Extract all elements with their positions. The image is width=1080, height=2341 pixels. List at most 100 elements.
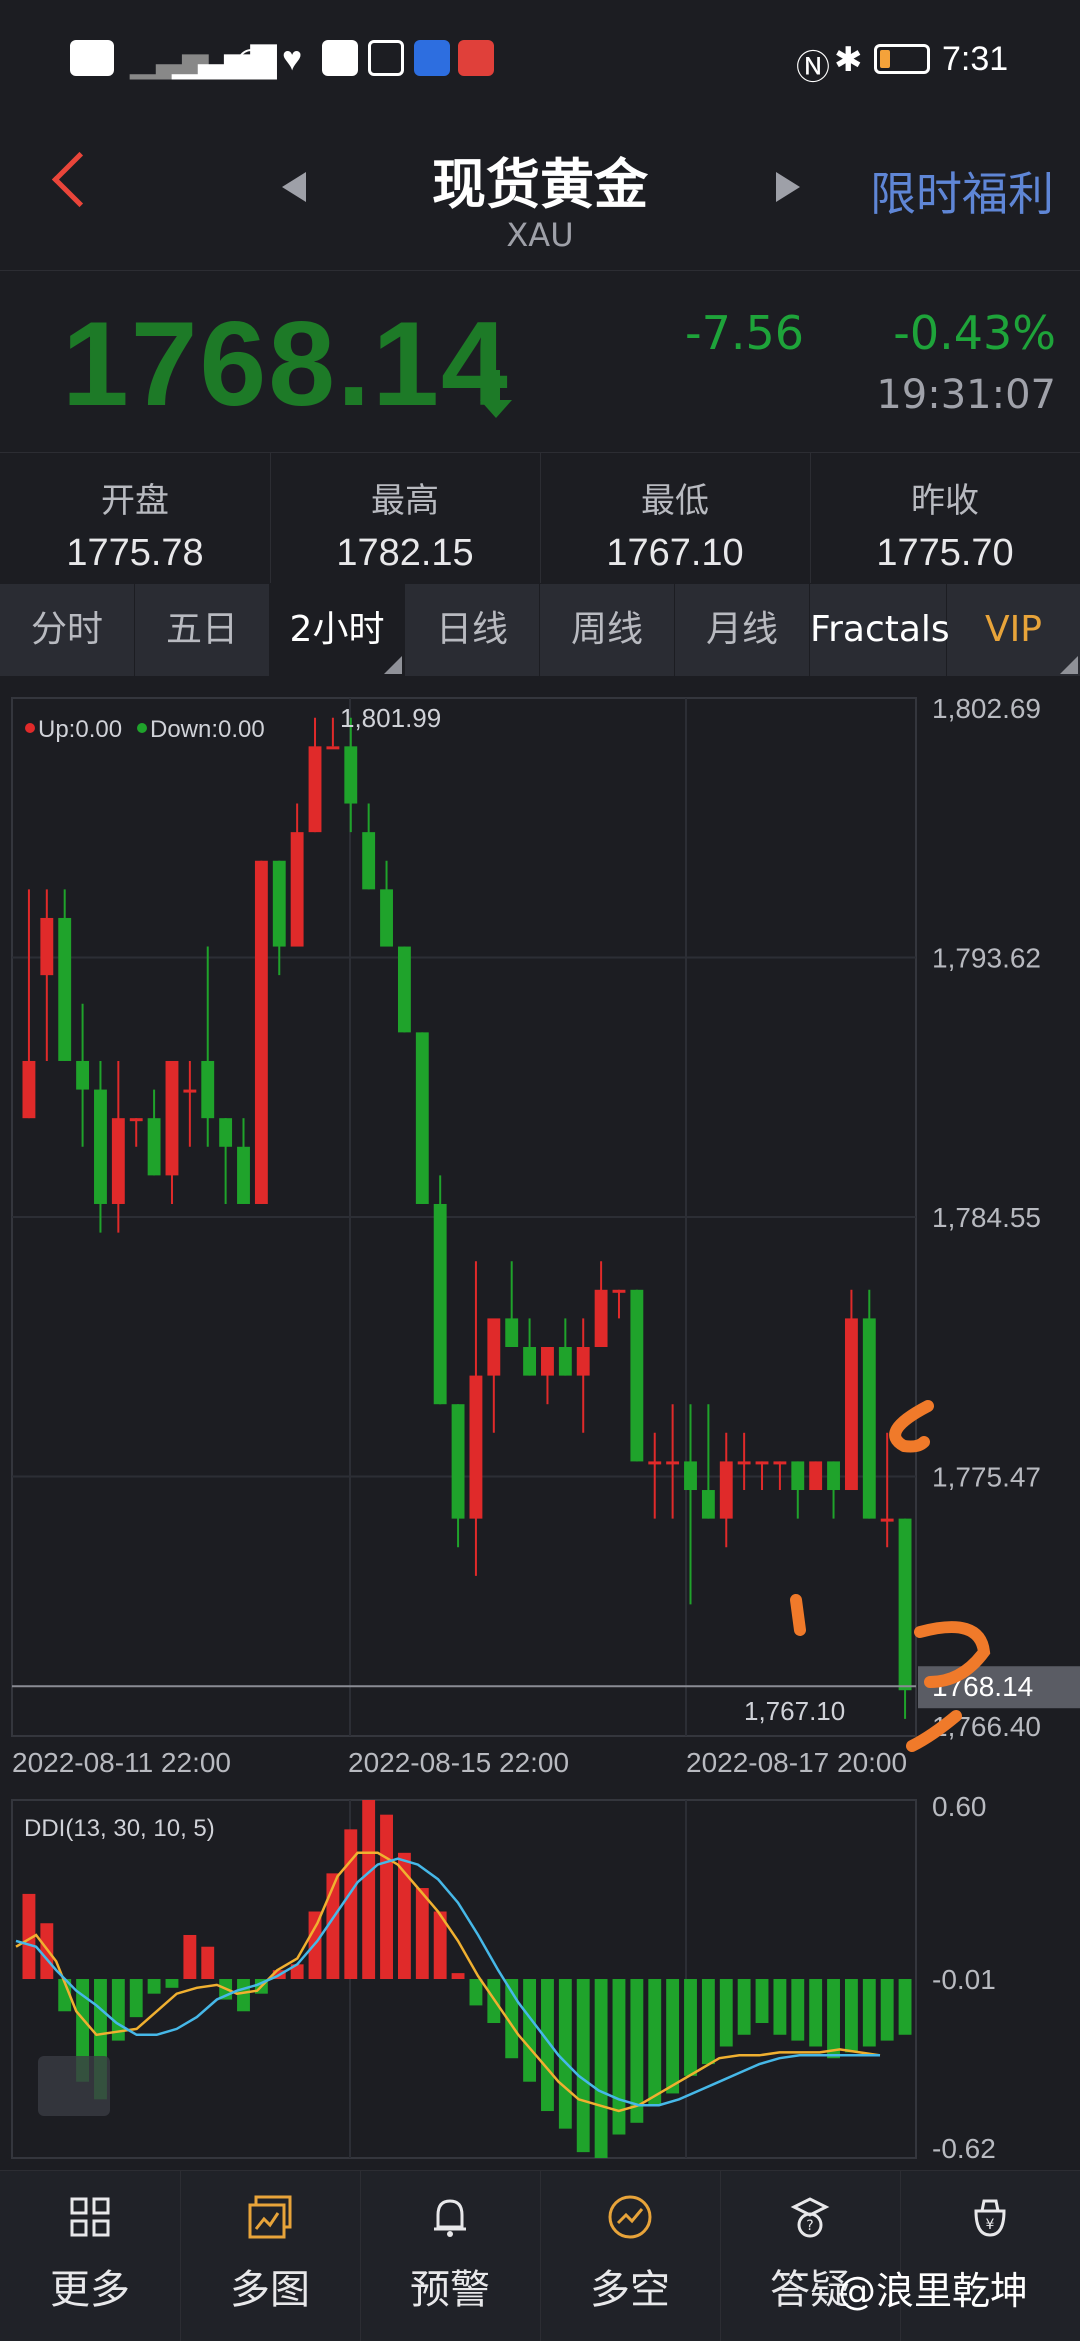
prev-instrument-button[interactable] xyxy=(282,172,306,202)
candle-body xyxy=(254,860,268,1204)
ddi-bar xyxy=(755,1979,769,2024)
ddi-bar xyxy=(183,1934,197,1979)
nav-more[interactable]: 更多 xyxy=(0,2171,181,2341)
candle-body xyxy=(165,1060,179,1176)
ddi-bar xyxy=(594,1979,608,2158)
health-icon: ♥ xyxy=(282,40,303,78)
candle-body xyxy=(541,1347,554,1376)
watermark: @浪里乾坤 xyxy=(838,2269,1029,2313)
tab-label: VIP xyxy=(985,609,1042,650)
x-tick-label: 2022-08-15 22:00 xyxy=(348,1747,569,1778)
ddi-bar xyxy=(844,1979,858,2053)
ddi-bar xyxy=(147,1979,161,1994)
candle-body xyxy=(576,1347,590,1376)
candle-body xyxy=(380,889,393,947)
ddi-bar xyxy=(469,1979,483,2006)
stat-value: 1767.10 xyxy=(606,532,744,574)
nav-label: 预警 xyxy=(410,2267,490,2313)
ddi-bar xyxy=(523,1979,537,2082)
status-time: 7:31 xyxy=(942,40,1009,78)
ddi-bar xyxy=(791,1979,805,2041)
annotation-mark xyxy=(790,1594,806,1636)
stat-label: 最高 xyxy=(371,481,439,521)
ddi-bar xyxy=(201,1946,215,1979)
candle-body xyxy=(397,946,411,1033)
multi-chart-icon xyxy=(248,2195,292,2239)
status-bar: ▁▃▅ ▁▃▅▇ ◠ ♥ Ⓝ ✱ 7:31 xyxy=(0,0,1080,104)
nav-label: 更多 xyxy=(50,2267,130,2313)
quote-time: 19:31:07 xyxy=(876,372,1056,418)
ddi-bar xyxy=(880,1979,894,2041)
svg-text:¥: ¥ xyxy=(986,2217,995,2233)
candle-body xyxy=(648,1461,662,1465)
nav-qa[interactable]: ? 答疑 xyxy=(720,2171,901,2341)
tab-label: 2小时 xyxy=(289,609,385,650)
candle-body xyxy=(272,860,286,947)
ddi-bar xyxy=(666,1979,680,2094)
ddi-bar xyxy=(362,1800,376,1979)
candle-body xyxy=(594,1289,608,1348)
stat-label: 最低 xyxy=(641,481,709,521)
ddi-bar xyxy=(451,1973,465,1979)
candle-body xyxy=(40,917,54,976)
candle-body xyxy=(22,1060,36,1119)
hd-icon xyxy=(70,40,114,76)
chart-area[interactable]: 1,802.691,793.621,784.551,775.471,766.40… xyxy=(0,676,1080,2170)
nav-wallet[interactable]: ¥ xyxy=(900,2171,1080,2341)
candle-body xyxy=(666,1461,680,1465)
stat-label: 昨收 xyxy=(911,481,979,521)
candle-body xyxy=(612,1289,626,1293)
last-price: 1768.14 xyxy=(62,297,510,431)
tab-daily[interactable]: 日线 xyxy=(405,584,540,676)
legend-up-dot xyxy=(25,723,35,733)
stat-label: 开盘 xyxy=(101,481,169,521)
period-tabs: 分时 五日 2小时 日线 周线 月线 Fractals VIP xyxy=(0,584,1080,676)
candle-body xyxy=(773,1461,787,1465)
candle-body xyxy=(791,1461,805,1491)
candle-body xyxy=(898,1518,912,1691)
question-icon: ? xyxy=(790,2197,830,2238)
candle-body xyxy=(558,1347,572,1376)
candle-body xyxy=(201,1060,215,1119)
candle-body xyxy=(630,1289,644,1462)
ddi-bar xyxy=(415,1888,429,1979)
grid-icon xyxy=(70,2197,110,2237)
fullscreen-icon xyxy=(38,2056,110,2116)
tab-five-day[interactable]: 五日 xyxy=(135,584,270,676)
app-icon xyxy=(414,40,450,76)
ddi-bar xyxy=(237,1979,250,2012)
indicator-title: DDI(13, 30, 10, 5) xyxy=(24,1815,215,1842)
bottom-nav: 更多 多图 预警 多空 ? 答疑 ¥ xyxy=(0,2170,1080,2341)
candle-body xyxy=(129,1118,143,1122)
app2-icon xyxy=(458,40,494,76)
candle-body xyxy=(58,917,72,1061)
tab-monthly[interactable]: 月线 xyxy=(675,584,810,676)
candle-body xyxy=(111,1118,125,1204)
candle-body xyxy=(719,1461,733,1519)
ddi-bar xyxy=(737,1979,751,2035)
y-tick-label: 1,784.55 xyxy=(932,1202,1041,1233)
tab-intraday[interactable]: 分时 xyxy=(0,584,135,676)
candle-body xyxy=(755,1461,769,1465)
candle-body xyxy=(147,1118,161,1176)
next-instrument-button[interactable] xyxy=(776,172,800,202)
candle-body xyxy=(362,832,376,890)
candle-body xyxy=(219,1118,233,1147)
tab-vip[interactable]: VIP xyxy=(947,584,1080,676)
tab-2h[interactable]: 2小时 xyxy=(270,584,405,676)
nav-label: 多空 xyxy=(590,2267,670,2313)
candle-body xyxy=(237,1146,250,1204)
ddi-bar xyxy=(719,1979,733,2047)
stat-value: 1775.70 xyxy=(876,532,1014,574)
nav-multi-chart[interactable]: 多图 xyxy=(180,2171,361,2341)
nav-alert[interactable]: 预警 xyxy=(360,2171,541,2341)
candle-body xyxy=(880,1518,894,1522)
tab-fractals[interactable]: Fractals xyxy=(810,584,950,676)
promo-link[interactable]: 限时福利 xyxy=(870,158,1054,224)
candle-body xyxy=(701,1490,715,1519)
tab-weekly[interactable]: 周线 xyxy=(540,584,675,676)
candle-body xyxy=(451,1404,465,1519)
ddi-bar xyxy=(773,1979,787,2035)
nav-long-short[interactable]: 多空 xyxy=(540,2171,721,2341)
candle-body xyxy=(94,1089,107,1204)
